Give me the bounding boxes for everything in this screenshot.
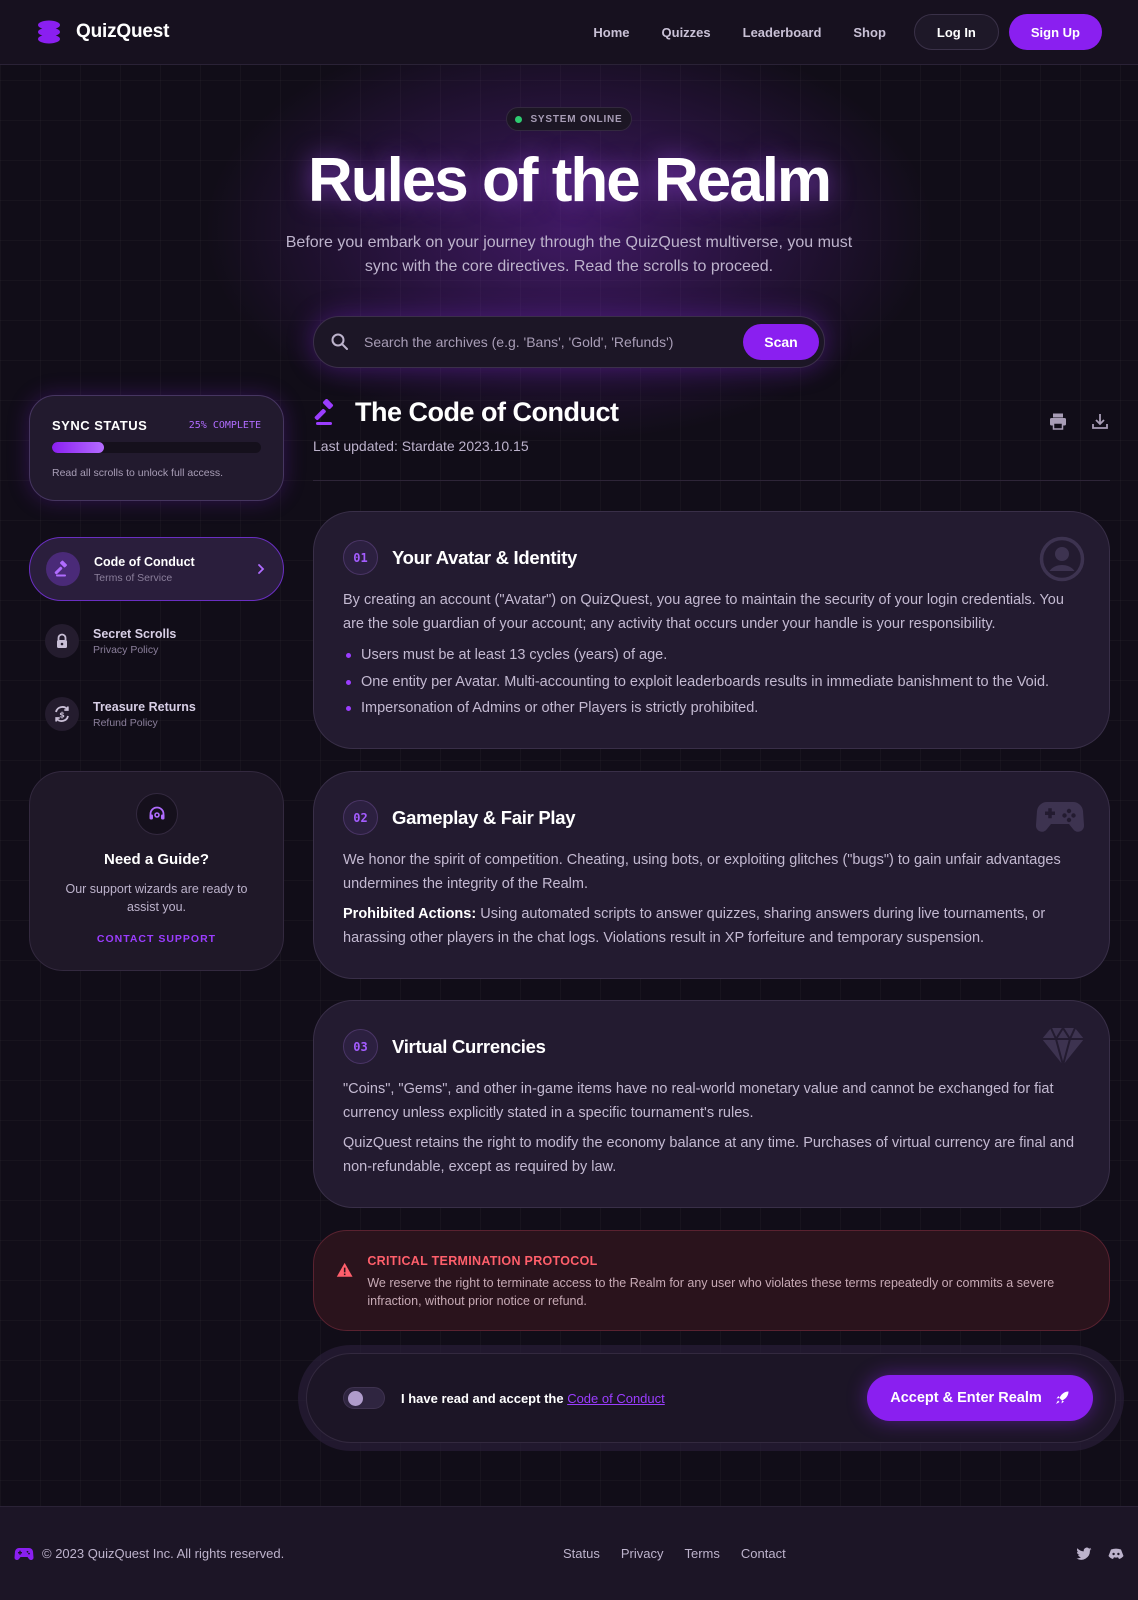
- search-icon: [331, 333, 348, 350]
- nav-link-leaderboard[interactable]: Leaderboard: [743, 25, 822, 40]
- brand-logo[interactable]: QuizQuest: [36, 19, 169, 45]
- sync-percent: 25% COMPLETE: [188, 420, 261, 431]
- section-avatar-identity: 01 Your Avatar & Identity By creating an…: [313, 511, 1110, 749]
- prohibited-label: Prohibited Actions:: [343, 906, 477, 922]
- chevron-right-icon: [258, 564, 265, 574]
- support-title: Need a Guide?: [103, 851, 210, 868]
- status-badge: SYSTEM ONLINE: [506, 107, 632, 131]
- svg-text:$: $: [59, 710, 65, 719]
- accept-enter-button[interactable]: Accept & Enter Realm: [867, 1375, 1093, 1421]
- sync-title: SYNC STATUS: [52, 418, 148, 433]
- page-subtitle: Before you embark on your journey throug…: [285, 234, 853, 275]
- footer-link-terms[interactable]: Terms: [684, 1546, 719, 1561]
- rocket-icon: [1055, 1391, 1069, 1404]
- nav-link-quizzes[interactable]: Quizzes: [662, 25, 711, 40]
- support-card: Need a Guide? Our support wizards are re…: [29, 771, 284, 971]
- rules-list: Users must be at least 13 cycles (years)…: [343, 642, 1080, 722]
- signup-button[interactable]: Sign Up: [1008, 14, 1102, 50]
- print-icon[interactable]: [1048, 411, 1068, 431]
- gavel-icon: [314, 398, 334, 425]
- sidebar-item-sub: Privacy Policy: [93, 643, 159, 656]
- sync-progress-fill: [52, 442, 105, 453]
- section-number: 01: [343, 540, 378, 575]
- code-of-conduct-link[interactable]: Code of Conduct: [567, 1391, 665, 1406]
- scan-button[interactable]: Scan: [743, 324, 819, 360]
- status-text: SYSTEM ONLINE: [530, 113, 623, 125]
- list-item: One entity per Avatar. Multi-accounting …: [343, 669, 1080, 696]
- section-paragraph: "Coins", "Gems", and other in-game items…: [343, 1081, 1054, 1121]
- list-item: Impersonation of Admins or other Players…: [343, 695, 1080, 722]
- section-number: 03: [343, 1029, 378, 1064]
- last-updated: Last updated: Stardate 2023.10.15: [313, 438, 529, 454]
- layers-logo-icon: [38, 20, 60, 44]
- discord-icon[interactable]: [1108, 1548, 1124, 1560]
- alert-title: CRITICAL TERMINATION PROTOCOL: [367, 1254, 598, 1268]
- gamepad-logo-icon: [14, 1547, 34, 1560]
- copyright: © 2023 QuizQuest Inc. All rights reserve…: [42, 1546, 285, 1561]
- online-dot-icon: [515, 115, 523, 123]
- section-paragraph-prohibited: Prohibited Actions: Using automated scri…: [343, 903, 1080, 950]
- section-title: Virtual Currencies: [392, 1035, 546, 1057]
- sidebar-item-label: Treasure Returns: [93, 699, 196, 714]
- sync-note: Read all scrolls to unlock full access.: [52, 467, 223, 479]
- section-virtual-currencies: 03 Virtual Currencies "Coins", "Gems", a…: [313, 1000, 1110, 1208]
- accept-button-label: Accept & Enter Realm: [890, 1390, 1042, 1406]
- accept-label-text: I have read and accept the: [401, 1390, 568, 1406]
- page-title: Rules of the Realm: [307, 146, 832, 215]
- footer-link-status[interactable]: Status: [563, 1546, 600, 1561]
- brand-name: QuizQuest: [76, 21, 170, 42]
- user-circle-icon: [1039, 536, 1085, 582]
- sidebar-item-label: Code of Conduct: [94, 554, 195, 569]
- header-divider: [313, 480, 1110, 481]
- contact-support-link[interactable]: CONTACT SUPPORT: [30, 933, 283, 945]
- list-item: Users must be at least 13 cycles (years)…: [343, 642, 1080, 669]
- section-number: 02: [343, 800, 378, 835]
- support-text: Our support wizards are ready to assist …: [65, 882, 248, 914]
- sidebar-item-sub: Terms of Service: [94, 571, 173, 584]
- top-navbar: QuizQuest Home Quizzes Leaderboard Shop …: [0, 0, 1138, 65]
- gavel-icon: [46, 552, 80, 586]
- sidebar-item-sub: Refund Policy: [93, 716, 158, 729]
- gamepad-icon: [1035, 801, 1085, 832]
- twitter-icon[interactable]: [1076, 1547, 1092, 1561]
- gem-icon: [1042, 1026, 1084, 1067]
- lock-icon: [45, 624, 79, 658]
- section-title: Gameplay & Fair Play: [392, 806, 576, 828]
- accept-label: I have read and accept the Code of Condu…: [401, 1391, 665, 1406]
- sidebar-item-treasure-returns[interactable]: $ Treasure Returns Refund Policy: [29, 682, 284, 746]
- footer-link-privacy[interactable]: Privacy: [621, 1546, 664, 1561]
- toggle-knob: [348, 1391, 363, 1406]
- nav-link-home[interactable]: Home: [593, 25, 629, 40]
- section-paragraph: We honor the spirit of competition. Chea…: [343, 852, 1061, 892]
- sidebar-item-secret-scrolls[interactable]: Secret Scrolls Privacy Policy: [29, 609, 284, 673]
- download-icon[interactable]: [1090, 411, 1110, 431]
- login-button[interactable]: Log In: [913, 14, 999, 50]
- sync-status-card: SYNC STATUS 25% COMPLETE Read all scroll…: [29, 395, 284, 501]
- search-bar: Scan: [313, 316, 825, 368]
- refund-icon: $: [45, 697, 79, 731]
- section-paragraph: By creating an account ("Avatar") on Qui…: [343, 592, 1064, 632]
- section-title: Your Avatar & Identity: [392, 546, 577, 568]
- accept-bar: I have read and accept the Code of Condu…: [306, 1353, 1116, 1443]
- footer: © 2023 QuizQuest Inc. All rights reserve…: [0, 1506, 1138, 1600]
- termination-alert: CRITICAL TERMINATION PROTOCOL We reserve…: [313, 1230, 1110, 1331]
- footer-link-contact[interactable]: Contact: [741, 1546, 786, 1561]
- section-paragraph: QuizQuest retains the right to modify th…: [343, 1135, 1075, 1175]
- sidebar-item-code-of-conduct[interactable]: Code of Conduct Terms of Service: [29, 537, 284, 601]
- search-input[interactable]: [364, 334, 743, 350]
- alert-text: We reserve the right to terminate access…: [367, 1276, 1055, 1308]
- nav-link-shop[interactable]: Shop: [853, 25, 886, 40]
- accept-toggle[interactable]: [343, 1387, 385, 1409]
- document-title: The Code of Conduct: [355, 397, 619, 427]
- document-header: The Code of Conduct Last updated: Starda…: [313, 397, 1110, 454]
- headset-icon: [135, 793, 178, 835]
- sidebar-item-label: Secret Scrolls: [93, 626, 177, 641]
- section-gameplay-fair-play: 02 Gameplay & Fair Play We honor the spi…: [313, 771, 1110, 979]
- sync-progress-bar: [52, 442, 261, 453]
- warning-icon: [336, 1262, 353, 1277]
